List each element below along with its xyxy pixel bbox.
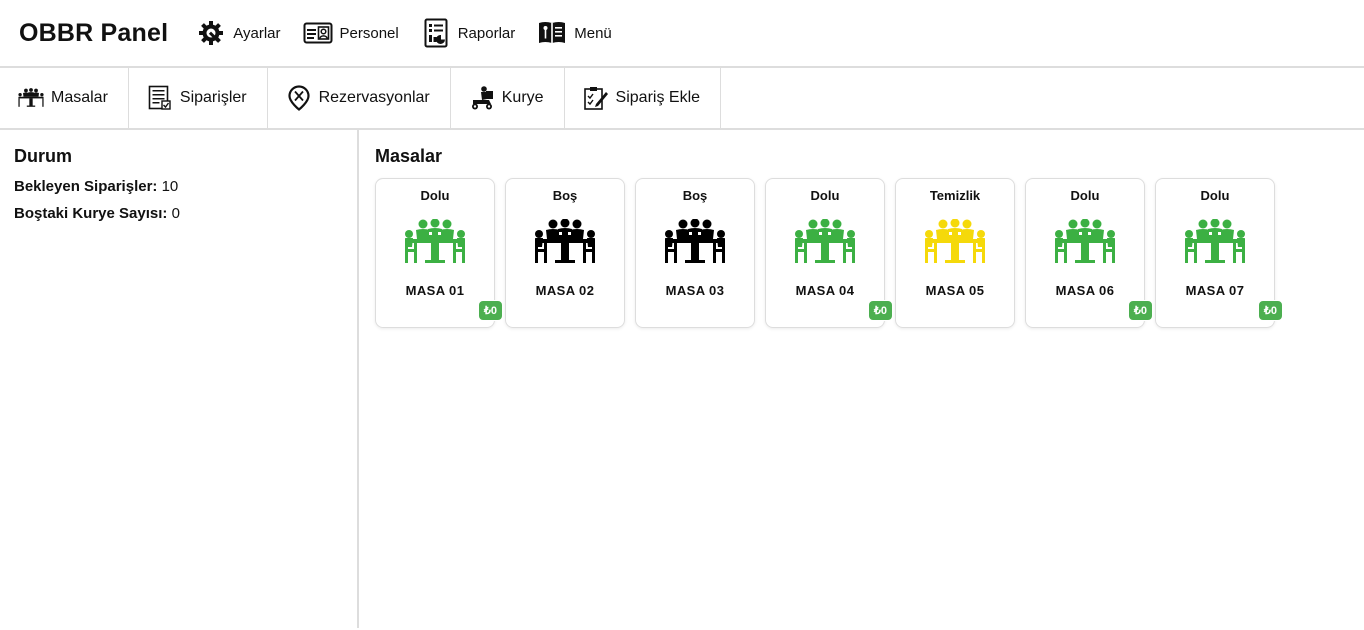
nav-reports[interactable]: Raporlar bbox=[421, 18, 516, 48]
pending-orders-label: Bekleyen Siparişler: bbox=[14, 178, 158, 195]
report-icon bbox=[421, 18, 451, 48]
tab-reservations[interactable]: Rezervasyonlar bbox=[268, 68, 451, 128]
table-card[interactable]: Boş MASA 02 bbox=[505, 178, 625, 328]
table-name: MASA 06 bbox=[1055, 283, 1115, 298]
idle-courier-value: 0 bbox=[171, 205, 180, 222]
tab-add-order-label: Sipariş Ekle bbox=[615, 89, 701, 106]
courier-scooter-icon bbox=[469, 85, 495, 111]
table-name: MASA 03 bbox=[665, 283, 725, 298]
tables-grid: Dolu MASA 01 ₺0 Boş MASA 02 Boş MASA 03 … bbox=[375, 178, 1348, 328]
price-badge: ₺0 bbox=[1257, 300, 1283, 321]
dining-table-icon bbox=[404, 218, 466, 265]
dining-table-icon bbox=[664, 218, 726, 265]
table-name: MASA 07 bbox=[1185, 283, 1245, 298]
pending-orders-value: 10 bbox=[161, 178, 179, 195]
table-card[interactable]: Dolu MASA 06 ₺0 bbox=[1025, 178, 1153, 328]
id-card-icon bbox=[303, 18, 333, 48]
table-card[interactable]: Boş MASA 03 bbox=[635, 178, 755, 328]
table-status: Dolu bbox=[1070, 188, 1100, 203]
table-card[interactable]: Dolu MASA 07 ₺0 bbox=[1155, 178, 1283, 328]
dining-table-icon bbox=[794, 218, 856, 265]
tab-add-order[interactable]: Sipariş Ekle bbox=[565, 68, 722, 128]
idle-courier-label: Boştaki Kurye Sayısı: bbox=[14, 205, 168, 222]
top-header: OBBR Panel Ayarlar Personel Raporlar Men… bbox=[0, 0, 1364, 68]
pending-orders-stat: Bekleyen Siparişler: 10 bbox=[14, 178, 343, 195]
tables-panel: Masalar Dolu MASA 01₺0Boş MASA 02Boş bbox=[359, 130, 1364, 628]
table-name: MASA 04 bbox=[795, 283, 855, 298]
idle-courier-stat: Boştaki Kurye Sayısı: 0 bbox=[14, 205, 343, 222]
table-card[interactable]: Dolu MASA 01 ₺0 bbox=[375, 178, 503, 328]
gear-wrench-icon bbox=[196, 18, 226, 48]
nav-settings-label: Ayarlar bbox=[233, 24, 281, 42]
price-badge: ₺0 bbox=[1127, 300, 1153, 321]
tab-courier-label: Kurye bbox=[501, 89, 544, 106]
table-status: Boş bbox=[682, 188, 708, 203]
dining-table-icon bbox=[924, 218, 986, 265]
top-nav: Ayarlar Personel Raporlar Menü bbox=[196, 18, 634, 48]
location-pin-icon bbox=[286, 85, 312, 111]
nav-reports-label: Raporlar bbox=[457, 24, 516, 42]
tab-reservations-label: Rezervasyonlar bbox=[318, 89, 430, 106]
table-status: Dolu bbox=[420, 188, 450, 203]
table-status: Dolu bbox=[810, 188, 840, 203]
table-status: Boş bbox=[552, 188, 578, 203]
table-card[interactable]: Temizlik MASA 05 bbox=[895, 178, 1015, 328]
brand-title: OBBR Panel bbox=[19, 18, 169, 47]
table-name: MASA 01 bbox=[405, 283, 465, 298]
tab-orders-label: Siparişler bbox=[179, 89, 247, 106]
dining-table-icon bbox=[1054, 218, 1116, 265]
nav-staff[interactable]: Personel bbox=[303, 18, 399, 48]
tab-tables[interactable]: Masalar bbox=[0, 68, 129, 128]
status-panel: Durum Bekleyen Siparişler: 10 Boştaki Ku… bbox=[0, 130, 359, 628]
order-list-icon bbox=[147, 85, 173, 111]
table-name: MASA 02 bbox=[535, 283, 595, 298]
price-badge: ₺0 bbox=[867, 300, 893, 321]
status-title: Durum bbox=[14, 146, 72, 166]
tab-orders[interactable]: Siparişler bbox=[129, 68, 268, 128]
price-badge: ₺0 bbox=[477, 300, 503, 321]
table-name: MASA 05 bbox=[925, 283, 985, 298]
table-status: Dolu bbox=[1200, 188, 1230, 203]
table-card[interactable]: Dolu MASA 04 ₺0 bbox=[765, 178, 893, 328]
nav-menu[interactable]: Menü bbox=[537, 18, 612, 48]
tab-tables-label: Masalar bbox=[51, 89, 108, 106]
tab-bar: Masalar Siparişler Rezervasyonlar Kurye … bbox=[0, 68, 1364, 130]
dining-table-icon bbox=[18, 85, 44, 111]
dining-table-icon bbox=[534, 218, 596, 265]
nav-staff-label: Personel bbox=[339, 24, 399, 42]
tab-courier[interactable]: Kurye bbox=[451, 68, 565, 128]
nav-settings[interactable]: Ayarlar bbox=[196, 18, 281, 48]
dining-table-icon bbox=[1184, 218, 1246, 265]
content-area: Durum Bekleyen Siparişler: 10 Boştaki Ku… bbox=[0, 130, 1364, 628]
table-status: Temizlik bbox=[929, 188, 981, 203]
menu-book-icon bbox=[537, 18, 567, 48]
tables-title: Masalar bbox=[375, 146, 443, 166]
nav-menu-label: Menü bbox=[574, 24, 612, 42]
add-order-icon bbox=[583, 85, 609, 111]
